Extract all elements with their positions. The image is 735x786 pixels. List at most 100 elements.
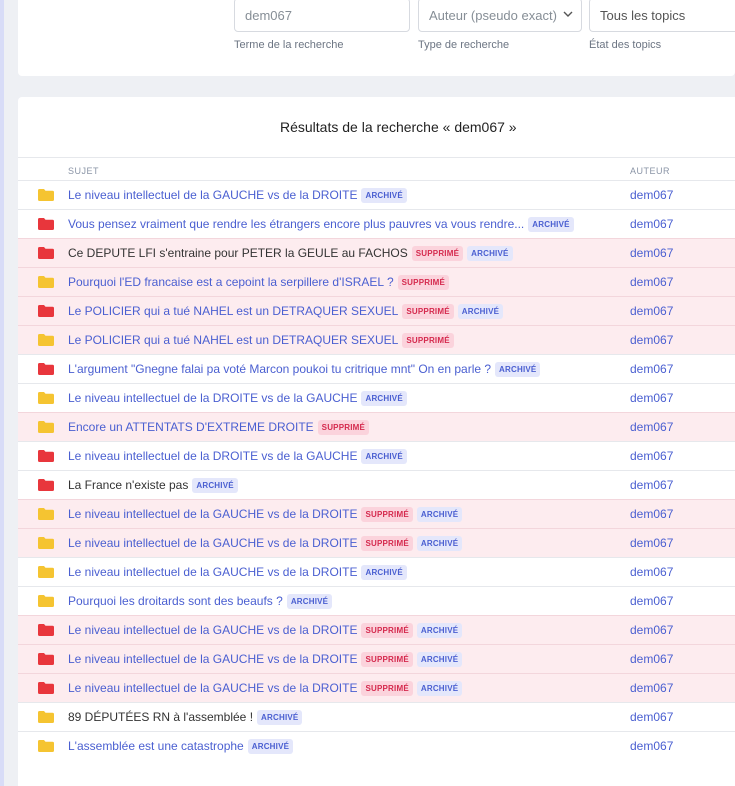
author-link[interactable]: dem067 xyxy=(630,326,673,354)
search-term-input[interactable]: dem067 xyxy=(234,0,410,32)
topic-title-link[interactable]: Vous pensez vraiment que rendre les étra… xyxy=(68,217,524,231)
table-row: Vous pensez vraiment que rendre les étra… xyxy=(18,209,735,238)
author-link[interactable]: dem067 xyxy=(630,297,673,325)
topic-title-link[interactable]: Ce DEPUTE LFI s'entraine pour PETER la G… xyxy=(68,246,408,260)
deleted-badge: SUPPRIMÉ xyxy=(402,304,454,319)
topic-subject: Le niveau intellectuel de la DROITE vs d… xyxy=(68,442,407,470)
column-header-author: AUTEUR xyxy=(630,166,671,176)
topic-title-link[interactable]: L'argument "Gnegne falai pa voté Marcon … xyxy=(68,362,491,376)
author-link[interactable]: dem067 xyxy=(630,471,673,499)
topic-title-link[interactable]: Le niveau intellectuel de la GAUCHE vs d… xyxy=(68,681,357,695)
topic-title-link[interactable]: Le niveau intellectuel de la GAUCHE vs d… xyxy=(68,507,357,521)
search-term-field: dem067 Terme de la recherche xyxy=(234,0,410,51)
folder-yellow-icon xyxy=(38,595,54,607)
author-link[interactable]: dem067 xyxy=(630,558,673,586)
archived-badge: ARCHIVÉ xyxy=(192,478,238,493)
topic-title-link[interactable]: Le niveau intellectuel de la GAUCHE vs d… xyxy=(68,652,357,666)
search-term-caption: Terme de la recherche xyxy=(234,39,344,51)
deleted-badge: SUPPRIMÉ xyxy=(397,275,450,290)
author-link[interactable]: dem067 xyxy=(630,442,673,470)
results-panel: Résultats de la recherche « dem067 » SUJ… xyxy=(18,97,735,786)
archived-badge: ARCHIVÉ xyxy=(495,362,541,377)
topic-subject: Pourquoi les droitards sont des beaufs ?… xyxy=(68,587,333,615)
table-row: Le niveau intellectuel de la DROITE vs d… xyxy=(18,383,735,412)
topic-title-link[interactable]: 89 DÉPUTÉES RN à l'assemblée ! xyxy=(68,710,253,724)
author-link[interactable]: dem067 xyxy=(630,703,673,731)
archived-badge: ARCHIVÉ xyxy=(286,594,333,609)
topic-subject: Le POLICIER qui a tué NAHEL est un DETRA… xyxy=(68,297,504,325)
author-link[interactable]: dem067 xyxy=(630,529,673,557)
topic-title-link[interactable]: Pourquoi les droitards sont des beaufs ? xyxy=(68,594,283,608)
topic-title-link[interactable]: L'assemblée est une catastrophe xyxy=(68,739,244,753)
topic-title-link[interactable]: Le niveau intellectuel de la GAUCHE vs d… xyxy=(68,188,357,202)
chevron-down-icon xyxy=(563,11,573,17)
author-link[interactable]: dem067 xyxy=(630,674,673,702)
table-row: Le niveau intellectuel de la GAUCHE vs d… xyxy=(18,615,735,644)
author-link[interactable]: dem067 xyxy=(630,239,673,267)
folder-red-icon xyxy=(38,247,54,259)
author-link[interactable]: dem067 xyxy=(630,355,673,383)
topic-subject: Pourquoi l'ED francaise est a cepoint la… xyxy=(68,268,450,296)
author-link[interactable]: dem067 xyxy=(630,181,673,209)
archived-badge: ARCHIVÉ xyxy=(361,449,407,464)
topic-subject: Le niveau intellectuel de la GAUCHE vs d… xyxy=(68,181,407,209)
archived-badge: ARCHIVÉ xyxy=(361,565,407,580)
topic-state-caption: État des topics xyxy=(589,39,662,51)
deleted-badge: SUPPRIMÉ xyxy=(361,507,413,522)
folder-yellow-icon xyxy=(38,334,54,346)
author-link[interactable]: dem067 xyxy=(630,645,673,673)
search-form: dem067 Terme de la recherche Auteur (pse… xyxy=(18,0,735,76)
topic-title-link[interactable]: Le niveau intellectuel de la GAUCHE vs d… xyxy=(68,623,357,637)
table-row: Pourquoi l'ED francaise est a cepoint la… xyxy=(18,267,735,296)
deleted-badge: SUPPRIMÉ xyxy=(411,246,464,261)
topic-title-link[interactable]: Le niveau intellectuel de la GAUCHE vs d… xyxy=(68,536,357,550)
table-row: Le POLICIER qui a tué NAHEL est un DETRA… xyxy=(18,325,735,354)
author-link[interactable]: dem067 xyxy=(630,268,673,296)
table-row: Le niveau intellectuel de la DROITE vs d… xyxy=(18,441,735,470)
author-link[interactable]: dem067 xyxy=(630,500,673,528)
author-link[interactable]: dem067 xyxy=(630,384,673,412)
table-row: Encore un ATTENTATS D'EXTREME DROITE SUPP… xyxy=(18,412,735,441)
folder-red-icon xyxy=(38,624,54,636)
archived-badge: ARCHIVÉ xyxy=(416,507,463,522)
archived-badge: ARCHIVÉ xyxy=(528,217,574,232)
deleted-badge: SUPPRIMÉ xyxy=(361,652,413,667)
search-type-value: Auteur (pseudo exact) xyxy=(429,8,557,23)
topic-state-field: Tous les topics État des topics xyxy=(589,0,735,51)
folder-red-icon xyxy=(38,450,54,462)
folder-yellow-icon xyxy=(38,566,54,578)
author-link[interactable]: dem067 xyxy=(630,210,673,238)
author-link[interactable]: dem067 xyxy=(630,732,673,760)
table-row: Le POLICIER qui a tué NAHEL est un DETRA… xyxy=(18,296,735,325)
author-link[interactable]: dem067 xyxy=(630,587,673,615)
folder-yellow-icon xyxy=(38,537,54,549)
topic-title-link[interactable]: Le POLICIER qui a tué NAHEL est un DETRA… xyxy=(68,304,398,318)
folder-yellow-icon xyxy=(38,421,54,433)
topic-state-select[interactable]: Tous les topics xyxy=(589,0,735,32)
table-row: L'assemblée est une catastrophe ARCHIVÉ de… xyxy=(18,731,735,760)
search-type-caption: Type de recherche xyxy=(418,39,510,51)
deleted-badge: SUPPRIMÉ xyxy=(361,623,413,638)
archived-badge: ARCHIVÉ xyxy=(416,681,463,696)
topic-title-link[interactable]: Le niveau intellectuel de la DROITE vs d… xyxy=(68,391,357,405)
topic-title-link[interactable]: Le POLICIER qui a tué NAHEL est un DETRA… xyxy=(68,333,398,347)
topic-title-link[interactable]: Le niveau intellectuel de la GAUCHE vs d… xyxy=(68,565,357,579)
topic-title-link[interactable]: Encore un ATTENTATS D'EXTREME DROITE xyxy=(68,420,314,434)
author-link[interactable]: dem067 xyxy=(630,413,673,441)
table-row: Le niveau intellectuel de la GAUCHE vs d… xyxy=(18,180,735,209)
folder-yellow-icon xyxy=(38,711,54,723)
topic-subject: L'argument "Gnegne falai pa voté Marcon … xyxy=(68,355,541,383)
archived-badge: ARCHIVÉ xyxy=(467,246,513,261)
left-accent-bar xyxy=(0,0,4,786)
table-row: La France n'existe pas ARCHIVÉ dem067 xyxy=(18,470,735,499)
topic-title-link[interactable]: Pourquoi l'ED francaise est a cepoint la… xyxy=(68,275,394,289)
folder-yellow-icon xyxy=(38,276,54,288)
topic-title-link[interactable]: La France n'existe pas xyxy=(68,478,188,492)
author-link[interactable]: dem067 xyxy=(630,616,673,644)
archived-badge: ARCHIVÉ xyxy=(416,536,463,551)
folder-yellow-icon xyxy=(38,740,54,752)
search-type-select[interactable]: Auteur (pseudo exact) xyxy=(418,0,582,32)
folder-yellow-icon xyxy=(38,392,54,404)
archived-badge: ARCHIVÉ xyxy=(247,739,294,754)
topic-title-link[interactable]: Le niveau intellectuel de la DROITE vs d… xyxy=(68,449,357,463)
